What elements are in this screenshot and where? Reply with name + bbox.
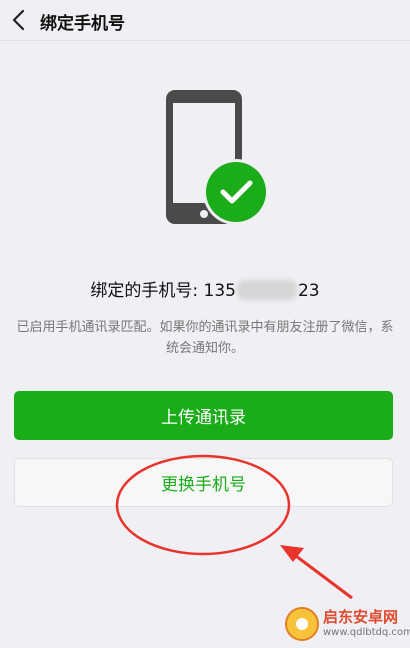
contacts-match-description: 已启用手机通讯录匹配。如果你的通讯录中有朋友注册了微信，系统会通知你。 xyxy=(16,320,394,356)
nav-bar: 绑定手机号 xyxy=(0,0,410,41)
back-button[interactable] xyxy=(4,4,34,36)
watermark-name: 启东安卓网 xyxy=(323,608,399,626)
pointer-arrow-icon xyxy=(280,545,353,600)
bound-phone-label: 绑定的手机号: xyxy=(90,281,204,301)
phone-number-prefix: 135 xyxy=(203,281,236,301)
watermark-url: www.qdlbtdq.com xyxy=(323,627,410,638)
site-watermark: 启东安卓网 www.qdlbtdq.com xyxy=(285,603,410,645)
upload-contacts-label: 上传通讯录 xyxy=(161,408,246,428)
phone-bound-illustration xyxy=(162,88,272,228)
watermark-logo-icon xyxy=(285,607,319,641)
check-circle-icon xyxy=(203,159,269,225)
phone-number-suffix: 23 xyxy=(297,281,320,301)
bound-phone-number: 绑定的手机号: 135 23 xyxy=(0,276,410,301)
page-title: 绑定手机号 xyxy=(40,14,125,34)
upload-contacts-button[interactable]: 上传通讯录 xyxy=(14,391,393,440)
redacted-mask xyxy=(236,280,297,300)
change-phone-number-button[interactable]: 更换手机号 xyxy=(14,458,393,507)
change-phone-number-label: 更换手机号 xyxy=(161,475,246,495)
chevron-left-icon xyxy=(12,9,25,31)
